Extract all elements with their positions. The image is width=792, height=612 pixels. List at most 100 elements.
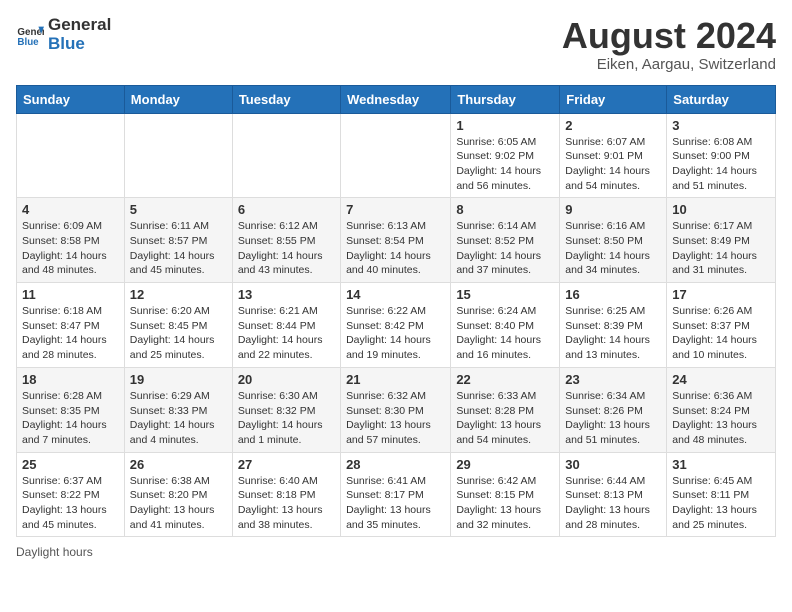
day-number: 16 (565, 287, 661, 302)
day-cell: 3 Sunrise: 6:08 AM Sunset: 9:00 PM Daylig… (667, 113, 776, 198)
day-cell: 19 Sunrise: 6:29 AM Sunset: 8:33 PM Dayli… (124, 367, 232, 452)
calendar-table: SundayMondayTuesdayWednesdayThursdayFrid… (16, 85, 776, 538)
svg-text:Blue: Blue (17, 36, 39, 47)
day-number: 25 (22, 457, 119, 472)
day-number: 14 (346, 287, 445, 302)
day-cell: 4 Sunrise: 6:09 AM Sunset: 8:58 PM Daylig… (17, 198, 125, 283)
day-cell: 9 Sunrise: 6:16 AM Sunset: 8:50 PM Daylig… (560, 198, 667, 283)
day-info: Sunrise: 6:12 AM Sunset: 8:55 PM Dayligh… (238, 219, 335, 278)
day-number: 1 (456, 118, 554, 133)
day-cell: 8 Sunrise: 6:14 AM Sunset: 8:52 PM Daylig… (451, 198, 560, 283)
day-cell: 27Sunrise: 6:40 AM Sunset: 8:18 PM Dayli… (232, 452, 340, 537)
day-info: Sunrise: 6:38 AM Sunset: 8:20 PM Dayligh… (130, 474, 227, 533)
day-number: 21 (346, 372, 445, 387)
week-row-2: 4 Sunrise: 6:09 AM Sunset: 8:58 PM Daylig… (17, 198, 776, 283)
day-info: Sunrise: 6:45 AM Sunset: 8:11 PM Dayligh… (672, 474, 770, 533)
logo-blue: Blue (48, 35, 111, 54)
title-area: August 2024 Eiken, Aargau, Switzerland (562, 16, 776, 73)
day-cell: 7Sunrise: 6:13 AM Sunset: 8:54 PM Daylig… (341, 198, 451, 283)
day-number: 19 (130, 372, 227, 387)
subtitle: Eiken, Aargau, Switzerland (562, 56, 776, 73)
week-row-1: 1 Sunrise: 6:05 AM Sunset: 9:02 PM Daylig… (17, 113, 776, 198)
day-info: Sunrise: 6:18 AM Sunset: 8:47 PM Dayligh… (22, 304, 119, 363)
day-number: 10 (672, 202, 770, 217)
day-cell: 21 Sunrise: 6:32 AM Sunset: 8:30 PM Dayli… (341, 367, 451, 452)
header-cell-saturday: Saturday (667, 85, 776, 113)
day-cell: 24Sunrise: 6:36 AM Sunset: 8:24 PM Dayli… (667, 367, 776, 452)
header-cell-wednesday: Wednesday (341, 85, 451, 113)
day-number: 13 (238, 287, 335, 302)
day-info: Sunrise: 6:34 AM Sunset: 8:26 PM Dayligh… (565, 389, 661, 448)
day-info: Sunrise: 6:33 AM Sunset: 8:28 PM Dayligh… (456, 389, 554, 448)
day-cell: 2Sunrise: 6:07 AM Sunset: 9:01 PM Daylig… (560, 113, 667, 198)
day-info: Sunrise: 6:20 AM Sunset: 8:45 PM Dayligh… (130, 304, 227, 363)
day-info: Sunrise: 6:14 AM Sunset: 8:52 PM Dayligh… (456, 219, 554, 278)
day-number: 6 (238, 202, 335, 217)
day-cell (232, 113, 340, 198)
day-info: Sunrise: 6:44 AM Sunset: 8:13 PM Dayligh… (565, 474, 661, 533)
week-row-4: 18Sunrise: 6:28 AM Sunset: 8:35 PM Dayli… (17, 367, 776, 452)
week-row-3: 11 Sunrise: 6:18 AM Sunset: 8:47 PM Dayli… (17, 283, 776, 368)
day-number: 30 (565, 457, 661, 472)
day-info: Sunrise: 6:42 AM Sunset: 8:15 PM Dayligh… (456, 474, 554, 533)
day-number: 9 (565, 202, 661, 217)
day-info: Sunrise: 6:29 AM Sunset: 8:33 PM Dayligh… (130, 389, 227, 448)
day-info: Sunrise: 6:30 AM Sunset: 8:32 PM Dayligh… (238, 389, 335, 448)
day-number: 29 (456, 457, 554, 472)
day-number: 22 (456, 372, 554, 387)
day-info: Sunrise: 6:32 AM Sunset: 8:30 PM Dayligh… (346, 389, 445, 448)
logo: General Blue General Blue (16, 16, 111, 53)
day-cell: 14Sunrise: 6:22 AM Sunset: 8:42 PM Dayli… (341, 283, 451, 368)
day-number: 3 (672, 118, 770, 133)
day-cell: 16 Sunrise: 6:25 AM Sunset: 8:39 PM Dayli… (560, 283, 667, 368)
day-number: 17 (672, 287, 770, 302)
day-info: Sunrise: 6:40 AM Sunset: 8:18 PM Dayligh… (238, 474, 335, 533)
main-title: August 2024 (562, 16, 776, 56)
day-cell: 31Sunrise: 6:45 AM Sunset: 8:11 PM Dayli… (667, 452, 776, 537)
day-cell (341, 113, 451, 198)
day-cell: 29 Sunrise: 6:42 AM Sunset: 8:15 PM Dayli… (451, 452, 560, 537)
day-info: Sunrise: 6:11 AM Sunset: 8:57 PM Dayligh… (130, 219, 227, 278)
day-info: Sunrise: 6:37 AM Sunset: 8:22 PM Dayligh… (22, 474, 119, 533)
day-info: Sunrise: 6:05 AM Sunset: 9:02 PM Dayligh… (456, 135, 554, 194)
day-info: Sunrise: 6:08 AM Sunset: 9:00 PM Dayligh… (672, 135, 770, 194)
day-number: 12 (130, 287, 227, 302)
day-cell: 26 Sunrise: 6:38 AM Sunset: 8:20 PM Dayli… (124, 452, 232, 537)
day-cell: 28Sunrise: 6:41 AM Sunset: 8:17 PM Dayli… (341, 452, 451, 537)
day-cell: 12 Sunrise: 6:20 AM Sunset: 8:45 PM Dayli… (124, 283, 232, 368)
day-number: 11 (22, 287, 119, 302)
header-cell-tuesday: Tuesday (232, 85, 340, 113)
day-info: Sunrise: 6:16 AM Sunset: 8:50 PM Dayligh… (565, 219, 661, 278)
day-number: 8 (456, 202, 554, 217)
header-cell-friday: Friday (560, 85, 667, 113)
day-cell: 15Sunrise: 6:24 AM Sunset: 8:40 PM Dayli… (451, 283, 560, 368)
day-cell: 11 Sunrise: 6:18 AM Sunset: 8:47 PM Dayli… (17, 283, 125, 368)
day-info: Sunrise: 6:26 AM Sunset: 8:37 PM Dayligh… (672, 304, 770, 363)
header-row: SundayMondayTuesdayWednesdayThursdayFrid… (17, 85, 776, 113)
day-cell: 1 Sunrise: 6:05 AM Sunset: 9:02 PM Daylig… (451, 113, 560, 198)
day-number: 4 (22, 202, 119, 217)
day-cell: 20 Sunrise: 6:30 AM Sunset: 8:32 PM Dayli… (232, 367, 340, 452)
day-cell: 5 Sunrise: 6:11 AM Sunset: 8:57 PM Daylig… (124, 198, 232, 283)
week-row-5: 25 Sunrise: 6:37 AM Sunset: 8:22 PM Dayli… (17, 452, 776, 537)
day-cell (17, 113, 125, 198)
day-info: Sunrise: 6:21 AM Sunset: 8:44 PM Dayligh… (238, 304, 335, 363)
day-info: Sunrise: 6:25 AM Sunset: 8:39 PM Dayligh… (565, 304, 661, 363)
day-number: 5 (130, 202, 227, 217)
day-cell: 13 Sunrise: 6:21 AM Sunset: 8:44 PM Dayli… (232, 283, 340, 368)
day-cell (124, 113, 232, 198)
day-number: 20 (238, 372, 335, 387)
day-number: 24 (672, 372, 770, 387)
day-cell: 22 Sunrise: 6:33 AM Sunset: 8:28 PM Dayli… (451, 367, 560, 452)
day-cell: 30 Sunrise: 6:44 AM Sunset: 8:13 PM Dayli… (560, 452, 667, 537)
day-number: 18 (22, 372, 119, 387)
header-cell-sunday: Sunday (17, 85, 125, 113)
day-cell: 23Sunrise: 6:34 AM Sunset: 8:26 PM Dayli… (560, 367, 667, 452)
day-info: Sunrise: 6:13 AM Sunset: 8:54 PM Dayligh… (346, 219, 445, 278)
header-cell-monday: Monday (124, 85, 232, 113)
day-number: 2 (565, 118, 661, 133)
day-info: Sunrise: 6:09 AM Sunset: 8:58 PM Dayligh… (22, 219, 119, 278)
day-number: 28 (346, 457, 445, 472)
day-number: 26 (130, 457, 227, 472)
logo-general: General (48, 16, 111, 35)
